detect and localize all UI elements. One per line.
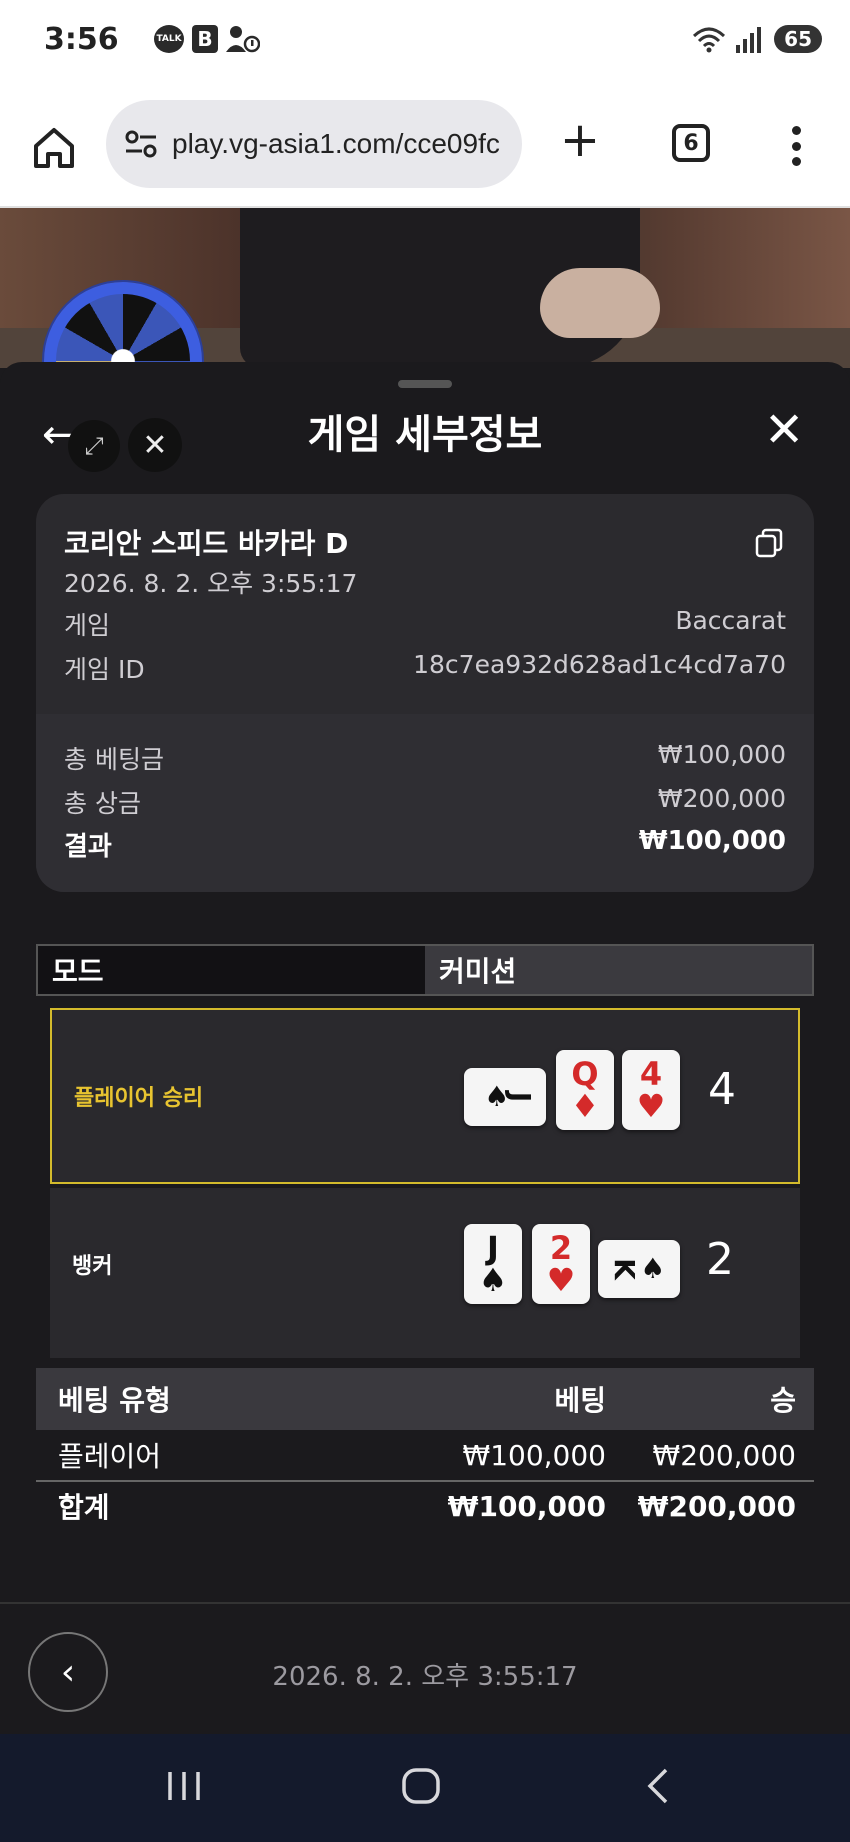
player-card-1: ♠ J [464,1068,546,1126]
banker-score: 2 [706,1234,734,1285]
card-suit: ♠ [478,1261,508,1299]
card-suit: ♥ [546,1261,576,1299]
game-id-row: 게임 ID 18c7ea932d628ad1c4cd7a70 [64,650,786,686]
drag-handle[interactable] [398,380,452,388]
tab-switcher-button[interactable]: 6 [672,124,710,162]
total-bet-value: ₩100,000 [657,740,786,769]
close-sheet-icon[interactable]: ✕ [764,402,804,458]
player-card-2: Q ♦ [556,1050,614,1130]
result-label: 결과 [64,832,112,862]
status-right: 65 [692,24,822,54]
bet-type-cell: 플레이어 [58,1440,162,1473]
bet-table: 베팅 유형 베팅 승 플레이어 ₩100,000 ₩200,000 합계 ₩10… [36,1368,814,1530]
game-type-label: 게임 [64,611,111,640]
total-prize-value: ₩200,000 [657,784,786,813]
home-nav-icon[interactable] [400,1766,442,1806]
bet-table-header: 베팅 유형 베팅 승 [36,1368,814,1430]
card-suit: ♠ [640,1252,666,1285]
banker-hand-row: 뱅커 J ♠ 2 ♥ K ♠ 2 [50,1188,800,1358]
home-icon[interactable] [30,124,78,172]
game-date: 2026. 8. 2. 오후 3:55:17 [64,569,358,598]
card-rank: J [487,1229,499,1267]
b-app-icon: B [192,25,218,53]
card-rank: J [504,1091,538,1103]
game-name: 코리안 스피드 바카라 D [64,527,349,560]
banker-card-1: J ♠ [464,1224,522,1304]
player-win-label: 플레이어 승리 [74,1086,204,1111]
header-win: 승 [770,1384,796,1417]
header-bet: 베팅 [554,1384,606,1417]
copy-icon[interactable] [754,528,784,558]
mode-label: 모드 [38,946,425,994]
card-rank: 4 [639,1055,663,1093]
site-settings-icon[interactable] [124,129,158,159]
card-rank: Q [571,1055,599,1093]
status-time: 3:56 [44,22,119,57]
wifi-icon [693,27,726,53]
total-prize-row: 총 상금 ₩200,000 [64,784,786,820]
total-prize-label: 총 상금 [64,789,141,818]
header-bet-type: 베팅 유형 [58,1384,171,1417]
sheet-footer: ‹ 2026. 8. 2. 오후 3:55:17 [0,1602,850,1734]
game-details-sheet: ← ⤢ ✕ 게임 세부정보 ✕ 코리안 스피드 바카라 D 2026. 8. 2… [0,362,850,1734]
banker-label: 뱅커 [72,1254,113,1279]
back-nav-icon[interactable] [644,1766,674,1806]
total-bet: ₩100,000 [447,1489,606,1523]
card-suit: ♦ [570,1087,600,1125]
recent-apps-icon[interactable] [164,1766,204,1806]
status-bar: 3:56 TALK B 65 [0,0,850,90]
footer-date: 2026. 8. 2. 오후 3:55:17 [272,1662,578,1692]
url-text: play.vg-asia1.com/cce09fc [172,128,500,159]
total-win: ₩200,000 [637,1489,796,1523]
address-bar[interactable]: play.vg-asia1.com/cce09fc [106,100,522,188]
banker-card-3: K ♠ [598,1240,680,1298]
card-suit: ♥ [636,1087,666,1125]
more-menu-icon[interactable] [790,126,802,166]
banker-card-2: 2 ♥ [532,1224,590,1304]
battery-indicator: 65 [774,25,822,53]
person-alert-icon [226,26,260,53]
player-card-3: 4 ♥ [622,1050,680,1130]
game-type-row: 게임 Baccarat [64,606,786,642]
game-id-label: 게임 ID [64,655,145,684]
total-row: 합계 ₩100,000 ₩200,000 [36,1480,814,1530]
card-rank: 2 [549,1229,573,1267]
system-nav-bar [0,1734,850,1842]
player-score: 4 [708,1064,736,1115]
game-id-value: 18c7ea932d628ad1c4cd7a70 [413,650,786,679]
total-bet-row: 총 베팅금 ₩100,000 [64,740,786,776]
browser-toolbar: play.vg-asia1.com/cce09fc + 6 [0,90,850,208]
notification-icons: TALK B [154,24,260,54]
win-amount-cell: ₩200,000 [652,1438,796,1472]
result-row: 결과 ₩100,000 [64,826,786,863]
player-hand-row: 플레이어 승리 ♠ J Q ♦ 4 ♥ 4 [50,1008,800,1184]
sheet-title: 게임 세부정보 [307,412,543,458]
signal-icon [736,27,762,53]
new-tab-button[interactable]: + [558,116,602,164]
result-value: ₩100,000 [638,826,786,856]
mode-value: 커미션 [425,946,812,994]
mode-bar: 모드 커미션 [36,944,814,996]
table-row: 플레이어 ₩100,000 ₩200,000 [36,1430,814,1480]
game-info-card: 코리안 스피드 바카라 D 2026. 8. 2. 오후 3:55:17 게임 … [36,494,814,892]
totals-section: 총 베팅금 ₩100,000 총 상금 ₩200,000 결과 ₩100,000 [36,714,814,892]
card-rank: K [607,1258,641,1280]
total-label: 합계 [58,1491,110,1524]
bet-amount-cell: ₩100,000 [462,1438,606,1472]
kakaotalk-icon: TALK [154,25,184,53]
total-bet-label: 총 베팅금 [64,745,164,774]
game-type-value: Baccarat [675,606,786,635]
